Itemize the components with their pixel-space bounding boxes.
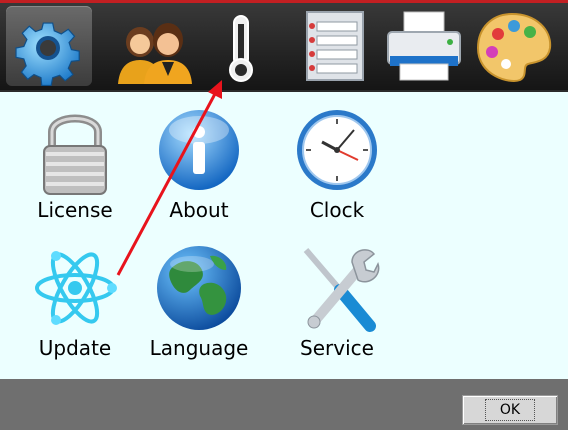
settings-grid: License About Clock Update Language Serv…: [0, 92, 568, 379]
globe-icon: [157, 246, 241, 330]
update-label: Update: [38, 336, 112, 360]
license-item[interactable]: License: [10, 102, 140, 222]
printer-icon: [387, 11, 461, 81]
update-item[interactable]: Update: [10, 240, 140, 360]
thermometer-icon: [229, 15, 253, 82]
tab-settings[interactable]: [6, 6, 92, 86]
list-icon: [306, 11, 364, 81]
about-label: About: [169, 198, 229, 222]
tab-printer[interactable]: [380, 6, 466, 86]
language-label: Language: [149, 336, 249, 360]
license-label: License: [37, 198, 113, 222]
lock-icon: [43, 114, 107, 195]
footer-bar: OK: [0, 379, 568, 430]
toolbar: [0, 0, 568, 92]
palette-icon: [476, 12, 552, 82]
tab-list[interactable]: [295, 6, 381, 86]
service-item[interactable]: Service: [272, 240, 402, 360]
users-icon: [118, 23, 192, 84]
clock-icon: [297, 110, 377, 190]
tab-appearance[interactable]: [470, 6, 556, 86]
ok-button-label: OK: [484, 399, 536, 421]
language-item[interactable]: Language: [134, 240, 264, 360]
about-item[interactable]: About: [134, 102, 264, 222]
tab-users[interactable]: [112, 6, 198, 86]
service-label: Service: [300, 336, 374, 360]
gear-icon: [15, 22, 80, 86]
info-icon: [159, 110, 239, 190]
clock-item[interactable]: Clock: [272, 102, 402, 222]
clock-label: Clock: [309, 198, 365, 222]
tools-icon: [303, 248, 380, 332]
ok-button[interactable]: OK: [462, 395, 558, 425]
tab-temperature[interactable]: [198, 6, 284, 86]
atom-icon: [35, 251, 117, 325]
